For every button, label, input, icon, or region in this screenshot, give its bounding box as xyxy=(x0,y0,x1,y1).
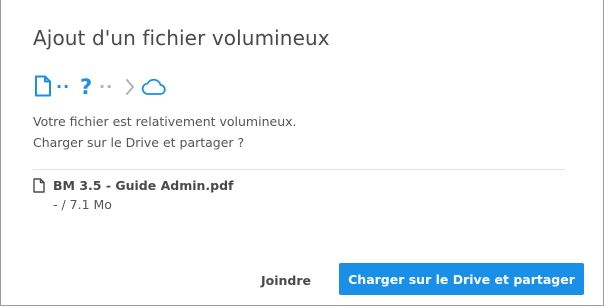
attach-button[interactable]: Joindre xyxy=(249,264,323,296)
upload-steps: ·· ? ·· xyxy=(34,75,174,99)
message-line-2: Charger sur le Drive et partager ? xyxy=(33,135,245,150)
chevron-right-icon xyxy=(126,79,134,95)
message-line-1: Votre fichier est relativement volumineu… xyxy=(33,114,297,129)
dialog-title: Ajout d'un fichier volumineux xyxy=(33,26,330,50)
question-mark-icon: ? xyxy=(80,75,93,99)
upload-to-drive-button[interactable]: Charger sur le Drive et partager xyxy=(339,263,584,295)
file-name: BM 3.5 - Guide Admin.pdf xyxy=(53,178,234,193)
step-dots-active: ·· xyxy=(56,77,71,96)
document-icon xyxy=(33,178,45,193)
file-item: BM 3.5 - Guide Admin.pdf - / 7.1 Mo xyxy=(33,177,433,217)
file-size: - / 7.1 Mo xyxy=(53,197,112,212)
large-file-dialog: Ajout d'un fichier volumineux ·· ? ·· Vo… xyxy=(0,0,604,306)
file-icon xyxy=(35,75,51,97)
divider xyxy=(33,169,565,170)
cloud-icon xyxy=(141,78,166,95)
step-dots-inactive: ·· xyxy=(99,77,114,96)
dialog-message: Votre fichier est relativement volumineu… xyxy=(33,111,297,153)
